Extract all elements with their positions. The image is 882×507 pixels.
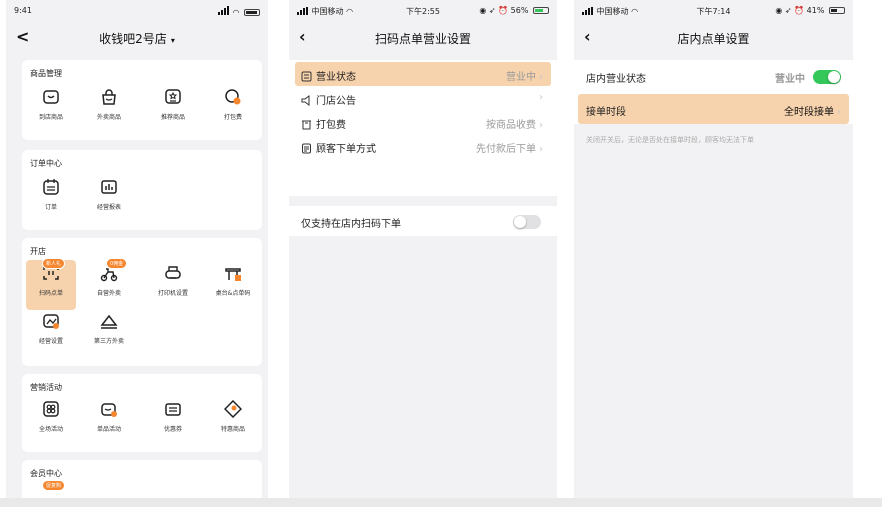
card-open-store: 开店 新人礼 扫码点单 0佣金 自营外卖 打印机设置 桌台&点单码 经营设置 第… <box>22 238 262 366</box>
menu-item-table-order-code[interactable]: 桌台&点单码 <box>208 260 258 310</box>
battery-icon <box>533 7 549 14</box>
menu-item-instore-goods[interactable]: 到店商品 <box>26 84 76 134</box>
chevron-right-icon: › <box>539 72 543 83</box>
row-customer-order-method[interactable]: 顾客下单方式 先付款后下单 › <box>295 134 551 158</box>
report-chart-icon <box>101 180 117 194</box>
chevron-right-icon: › <box>539 120 543 131</box>
store-selector[interactable]: 收钱吧2号店 ▾ <box>6 30 268 47</box>
chevron-right-icon: › <box>539 92 543 103</box>
status-bar: 9:41 ◠ <box>6 0 268 24</box>
settings-list: 营业状态 营业中 › 门店公告 › 打包费 按商品收费 › 顾客下单方式 先付款后下… <box>289 60 557 196</box>
row-business-status[interactable]: 营业状态 营业中 › <box>295 62 551 86</box>
bag-tag-icon <box>101 403 117 417</box>
signal-icon <box>217 6 230 17</box>
instore-order-settings-screen: 中国移动 ◠ 下午7:14 ◉ ➶ ⏰ 41% ‹ 店内点单设置 店内营业状态 … <box>574 0 853 498</box>
menu-item-delivery-goods[interactable]: 外卖商品 <box>84 84 134 134</box>
scan-order-settings-screen: 中国移动 ◠ 下午2:55 ◉ ➶ ⏰ 56% ‹ 扫码点单营业设置 营业状态 … <box>289 0 557 498</box>
coupon-icon <box>165 403 181 416</box>
tag-icon <box>224 400 242 418</box>
card-order-center: 订单中心 订单 经营报表 <box>22 150 262 230</box>
location-icon: ◉ ➶ ⏰ <box>775 6 805 15</box>
screenshot-stage: 9:41 ◠ < 收钱吧2号店 ▾ 商品管理 到店商品 外卖商品 推荐商品 打包… <box>0 0 882 507</box>
badge-repurchase: 促复购 <box>42 480 66 491</box>
menu-item-member[interactable]: 促复购 <box>26 480 76 498</box>
calendar-icon <box>301 71 312 82</box>
row-order-period[interactable]: 接单时段 全时段接单 › <box>578 94 849 124</box>
page-title: 店内点单设置 <box>677 32 750 46</box>
row-instore-business-status: 店内营业状态 营业中 <box>578 64 849 88</box>
menu-item-packing-fee[interactable]: 打包费 <box>208 84 258 134</box>
megaphone-icon <box>301 95 310 106</box>
card-goods-management: 商品管理 到店商品 外卖商品 推荐商品 打包费 <box>22 60 262 140</box>
bag-icon <box>102 89 116 105</box>
order-list-icon <box>43 179 59 195</box>
card-title: 商品管理 <box>30 69 62 78</box>
status-icons: ◉ ➶ ⏰ 41% <box>775 6 845 15</box>
card-title: 订单中心 <box>30 159 62 168</box>
nav-bar: ‹ 扫码点单营业设置 <box>289 24 557 52</box>
menu-item-store-wide-promo[interactable]: 全场活动 <box>26 396 76 446</box>
box-icon <box>302 120 311 130</box>
chevron-down-icon: ▾ <box>170 36 175 45</box>
bottom-strip <box>0 498 882 507</box>
status-value: 营业中 <box>775 74 805 85</box>
menu-item-single-item-promo[interactable]: 单品活动 <box>84 396 134 446</box>
menu-item-third-party-delivery[interactable]: 第三方外卖 <box>84 308 134 358</box>
row-instore-scan-only: 仅支持在店内扫码下单 <box>295 209 551 233</box>
menu-item-business-report[interactable]: 经营报表 <box>84 174 134 224</box>
menu-item-scan-order[interactable]: 新人礼 扫码点单 <box>26 258 76 310</box>
card-title: 开店 <box>30 247 46 256</box>
nav-bar: ‹ 店内点单设置 <box>574 24 853 52</box>
battery-percent: 41% <box>806 6 825 15</box>
instore-business-toggle[interactable] <box>813 70 841 84</box>
toggle-hint-text: 关闭开关后，无论是否处在接单时段，顾客均无法下单 <box>586 136 754 144</box>
menu-item-self-delivery[interactable]: 0佣金 自营外卖 <box>84 258 134 310</box>
menu-item-special-offers[interactable]: 特惠商品 <box>208 396 258 446</box>
status-bar: 中国移动 ◠ 下午7:14 ◉ ➶ ⏰ 41% <box>574 0 853 24</box>
menu-item-printer-settings[interactable]: 打印机设置 <box>148 260 198 310</box>
status-icons: ◉ ➶ ⏰ 56% <box>479 6 549 15</box>
instore-scan-only-toggle[interactable] <box>513 215 541 229</box>
grid-promo-icon <box>43 401 59 417</box>
menu-item-coupons[interactable]: 优惠券 <box>148 396 198 446</box>
nav-bar: < 收钱吧2号店 ▾ <box>6 24 268 52</box>
badge-newcomer-gift: 新人礼 <box>42 258 66 269</box>
location-icon: ◉ ➶ ⏰ <box>479 6 509 15</box>
store-name: 收钱吧2号店 <box>99 32 167 46</box>
store-dashboard-screen: 9:41 ◠ < 收钱吧2号店 ▾ 商品管理 到店商品 外卖商品 推荐商品 打包… <box>6 0 268 498</box>
status-bar: 中国移动 ◠ 下午2:55 ◉ ➶ ⏰ 56% <box>289 0 557 24</box>
row-packing-fee[interactable]: 打包费 按商品收费 › <box>295 110 551 134</box>
star-card-icon <box>165 89 181 104</box>
wifi-icon: ◠ <box>232 8 240 17</box>
box-smile-icon <box>43 90 59 104</box>
table-icon <box>225 268 241 281</box>
badge-zero-commission: 0佣金 <box>106 258 128 269</box>
page-title: 扫码点单营业设置 <box>374 32 471 46</box>
card-member-center: 会员中心 促复购 <box>22 460 262 498</box>
scan-restriction-group: 仅支持在店内扫码下单 <box>289 206 557 236</box>
delivery-hat-icon <box>100 314 118 329</box>
battery-percent: 56% <box>510 6 529 15</box>
chevron-right-icon: › <box>539 144 543 155</box>
row-store-announcement[interactable]: 门店公告 › <box>295 86 551 110</box>
status-icons: ◠ <box>217 6 260 17</box>
store-settings-icon <box>43 314 59 329</box>
menu-item-business-settings[interactable]: 经营设置 <box>26 308 76 358</box>
card-title: 营销活动 <box>30 383 62 392</box>
card-title: 会员中心 <box>30 469 62 478</box>
battery-icon <box>829 7 845 14</box>
chevron-right-icon: › <box>837 107 841 118</box>
battery-icon <box>244 9 260 16</box>
menu-item-orders[interactable]: 订单 <box>26 174 76 224</box>
menu-item-recommended-goods[interactable]: 推荐商品 <box>148 84 198 134</box>
instore-settings-list: 店内营业状态 营业中 接单时段 全时段接单 › <box>574 60 853 124</box>
card-marketing: 营销活动 全场活动 单品活动 优惠券 特惠商品 <box>22 374 262 452</box>
status-time: 9:41 <box>14 6 32 15</box>
printer-icon <box>165 266 181 279</box>
package-fee-icon <box>225 89 241 105</box>
document-icon <box>302 143 311 154</box>
